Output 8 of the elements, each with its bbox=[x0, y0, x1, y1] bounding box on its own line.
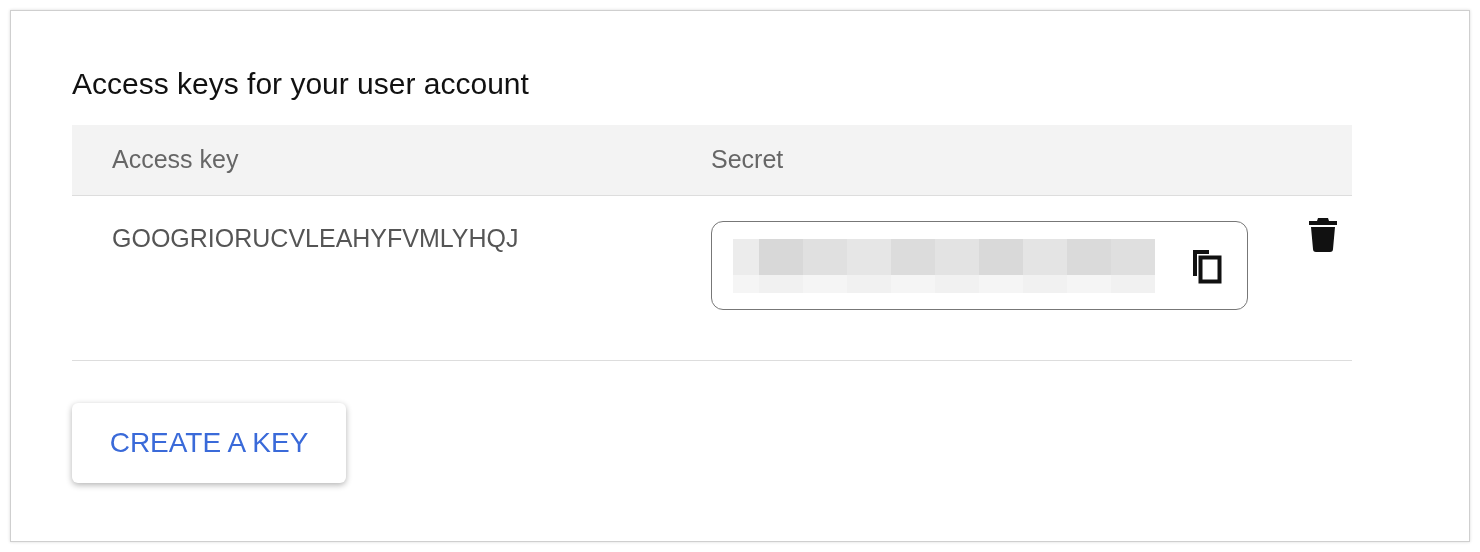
create-key-button[interactable]: CREATE A KEY bbox=[72, 403, 346, 483]
column-header: Access key bbox=[112, 145, 239, 174]
copy-icon[interactable] bbox=[1191, 247, 1223, 284]
section-title: Access keys for your user account bbox=[72, 69, 530, 99]
access-key-text: GOOGRIORUCVLEAHYFVMLYHQJ bbox=[112, 223, 519, 254]
column-header: Secret bbox=[711, 145, 784, 174]
secret-field[interactable] bbox=[711, 221, 1248, 310]
delete-icon[interactable] bbox=[1308, 216, 1338, 252]
